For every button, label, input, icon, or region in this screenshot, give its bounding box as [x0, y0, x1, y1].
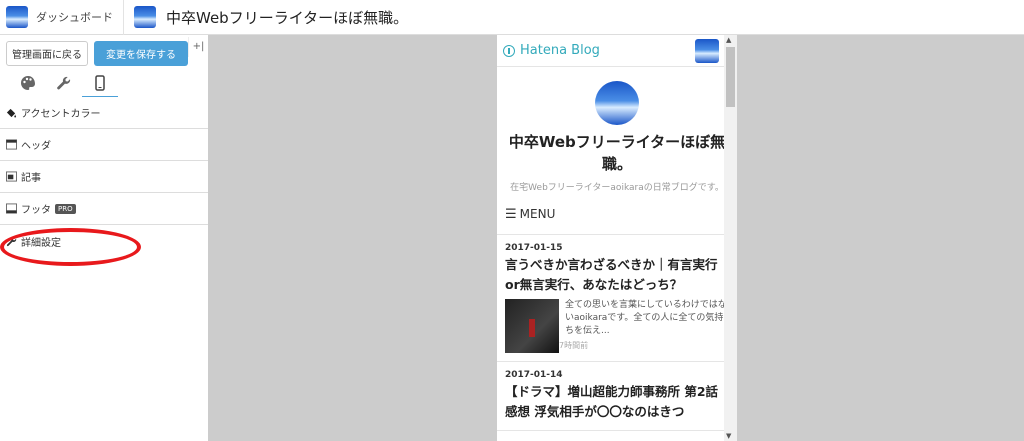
menu-item-header[interactable]: ヘッダ [0, 129, 208, 161]
scrollbar-thumb[interactable] [726, 47, 735, 107]
menu-item-label: 記事 [21, 173, 41, 184]
entry-title[interactable]: 【ドラマ】増山超能力師事務所 第2話 感想 浮気相手が〇〇なのはきつ [505, 382, 729, 422]
dashboard-link[interactable]: ダッシュボード [0, 0, 124, 35]
entry-excerpt: 全ての思いを言葉にしているわけではないaoikaraです。全ての人に全ての気持ち… [565, 300, 727, 336]
preview-scrollbar[interactable]: ▲ ▼ [724, 35, 737, 441]
blog-title-link[interactable]: 中卒Webフリーライターほぼ無職。 [124, 6, 408, 28]
menu-label: MENU [519, 207, 556, 221]
smartphone-icon [95, 74, 105, 91]
blog-icon [134, 6, 156, 28]
menu-item-label: アクセントカラー [21, 109, 101, 120]
list-item: 2017-01-15 言うべきか言わざるべきか｜有言実行or無言実行、あなたはど… [497, 235, 737, 362]
hamburger-icon: ☰ [505, 207, 517, 222]
smartphone-preview: Hatena Blog 中卒Webフリーライターほぼ無職。 在宅Webフリーライ… [497, 35, 737, 441]
entry-thumbnail[interactable] [505, 299, 559, 353]
wrench-icon [57, 76, 71, 90]
dashboard-label: ダッシュボード [36, 11, 113, 24]
hatena-logo-icon [503, 44, 515, 57]
blog-avatar [595, 81, 639, 125]
save-changes-button[interactable]: 変更を保存する [94, 40, 188, 66]
entry-date: 2017-01-14 [505, 370, 563, 380]
top-bar: ダッシュボード 中卒Webフリーライターほぼ無職。 [0, 0, 1024, 35]
scroll-up-icon[interactable]: ▲ [726, 36, 731, 44]
menu-item-label: ヘッダ [21, 141, 51, 152]
menu-item-accent-color[interactable]: アクセントカラー [0, 97, 208, 129]
back-to-admin-button[interactable]: 管理画面に戻る [6, 40, 88, 66]
palette-icon [21, 76, 35, 90]
entry-title[interactable]: 言うべきか言わざるべきか｜有言実行or無言実行、あなたはどっち？ [505, 255, 729, 295]
blog-title: 中卒Webフリーライターほぼ無職。 [166, 8, 409, 27]
menu-item-footer[interactable]: フッタ PRO [0, 193, 208, 225]
blog-icon [6, 6, 28, 28]
list-item: 2017-01-14 【ドラマ】増山超能力師事務所 第2話 感想 浮気相手が〇〇… [497, 362, 737, 431]
entry-time-ago: 7時間前 [559, 341, 589, 350]
red-highlight-circle [0, 228, 141, 266]
blog-icon[interactable] [695, 38, 719, 63]
menu-item-article[interactable]: 記事 [0, 161, 208, 193]
paint-bucket-icon [6, 108, 17, 118]
preview-blog-title[interactable]: 中卒Webフリーライターほぼ無職。 [497, 125, 737, 175]
preview-header: Hatena Blog [497, 35, 737, 67]
preview-menu-button[interactable]: ☰ MENU [497, 195, 737, 235]
collapse-sidebar-icon[interactable]: +| [188, 37, 208, 57]
article-layout-icon [6, 171, 17, 182]
preview-blog-description: 在宅Webフリーライターaoikaraの日常ブログです。 [510, 183, 724, 193]
pro-badge: PRO [55, 203, 76, 214]
menu-item-label: フッタ [21, 205, 51, 216]
entry-date: 2017-01-15 [505, 243, 563, 253]
tab-theme[interactable] [10, 69, 46, 97]
header-layout-icon [6, 139, 17, 150]
tab-smartphone[interactable] [82, 69, 118, 97]
footer-layout-icon [6, 203, 17, 214]
tab-customize[interactable] [46, 69, 82, 97]
scroll-down-icon[interactable]: ▼ [726, 432, 731, 440]
design-tabs [0, 69, 208, 97]
hatena-blog-brand[interactable]: Hatena Blog [520, 43, 600, 58]
design-panel: 管理画面に戻る 変更を保存する +| アクセントカラー ヘッダ 記事 フッタ P… [0, 35, 209, 441]
